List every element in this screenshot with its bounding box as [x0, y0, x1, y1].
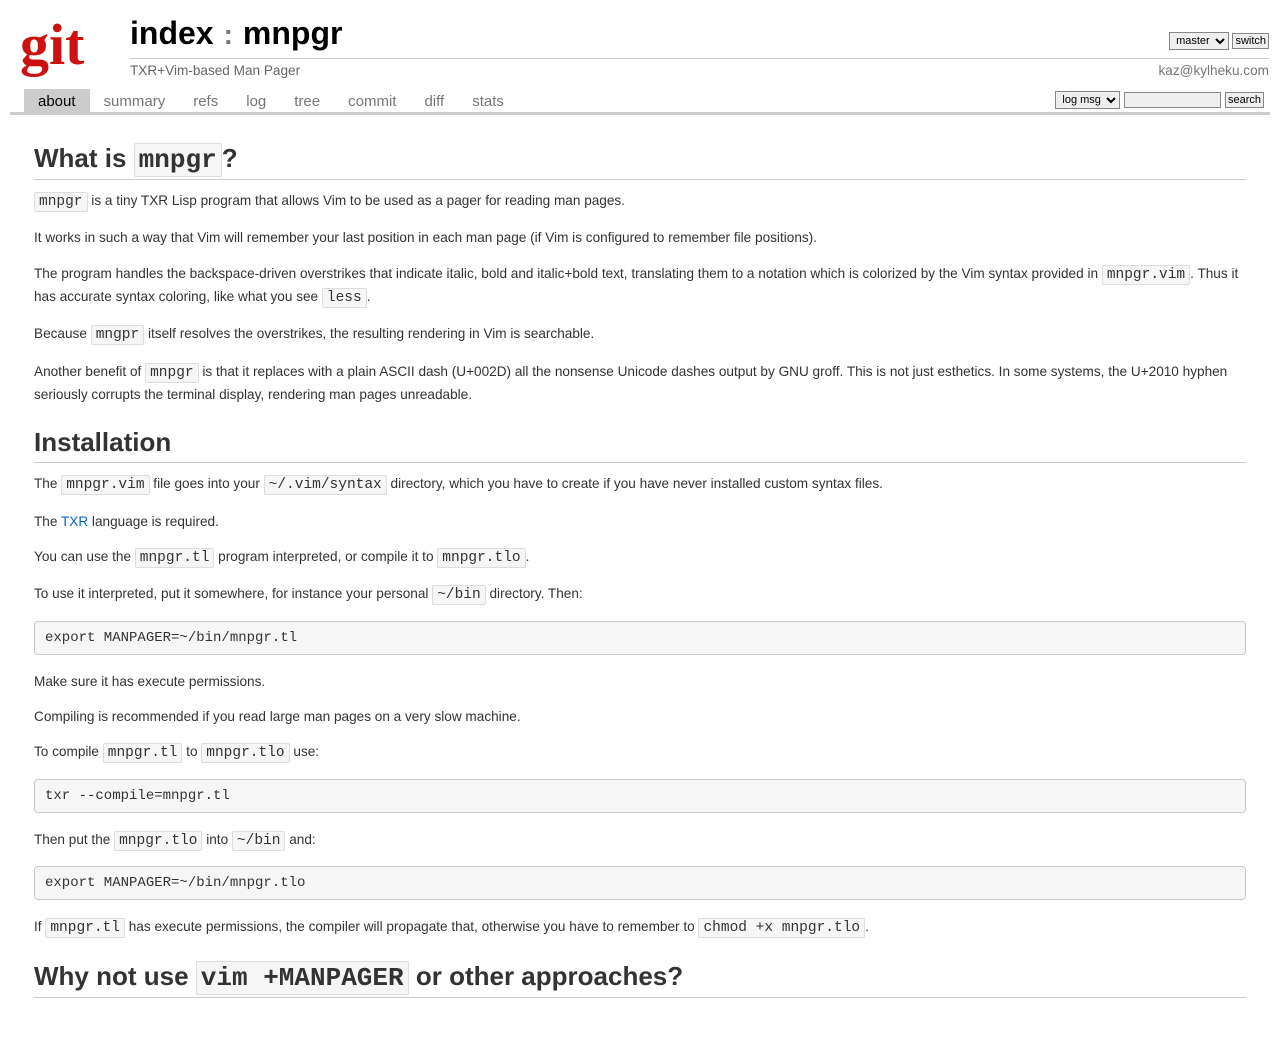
search-type-select[interactable]: log msg	[1055, 91, 1120, 109]
tab-diff[interactable]: diff	[410, 89, 458, 112]
heading-what-is: What is mnpgr?	[34, 143, 1246, 180]
switch-button[interactable]	[1232, 33, 1269, 49]
paragraph: Then put the mnpgr.tlo into ~/bin and:	[34, 829, 1246, 852]
paragraph: To compile mnpgr.tl to mnpgr.tlo use:	[34, 741, 1246, 764]
paragraph: The program handles the backspace-driven…	[34, 263, 1246, 310]
code-block: txr --compile=mnpgr.tl	[34, 779, 1246, 813]
index-link[interactable]: index	[130, 15, 214, 52]
repo-link[interactable]: mnpgr	[243, 15, 343, 52]
tab-about[interactable]: about	[24, 89, 90, 112]
tab-refs[interactable]: refs	[179, 89, 232, 112]
paragraph: If mnpgr.tl has execute permissions, the…	[34, 916, 1246, 939]
txr-link[interactable]: TXR	[61, 514, 88, 529]
paragraph: The TXR language is required.	[34, 511, 1246, 532]
paragraph: mnpgr is a tiny TXR Lisp program that al…	[34, 190, 1246, 213]
paragraph: You can use the mnpgr.tl program interpr…	[34, 546, 1246, 569]
main-content: What is mnpgr? mnpgr is a tiny TXR Lisp …	[10, 115, 1270, 1046]
paragraph: Compiling is recommended if you read lar…	[34, 706, 1246, 727]
page-header: git index : mnpgr master TXR+Vim-based M…	[10, 8, 1270, 89]
tab-stats[interactable]: stats	[458, 89, 518, 112]
search-input[interactable]	[1124, 92, 1221, 108]
paragraph: Another benefit of mnpgr is that it repl…	[34, 361, 1246, 406]
tab-commit[interactable]: commit	[334, 89, 410, 112]
repo-tagline: TXR+Vim-based Man Pager	[130, 63, 300, 78]
branch-select[interactable]: master	[1169, 32, 1229, 50]
title-colon: :	[224, 19, 233, 51]
paragraph: It works in such a way that Vim will rem…	[34, 227, 1246, 248]
tab-log[interactable]: log	[232, 89, 280, 112]
tab-tree[interactable]: tree	[280, 89, 334, 112]
paragraph: To use it interpreted, put it somewhere,…	[34, 583, 1246, 606]
heading-installation: Installation	[34, 427, 1246, 463]
heading-why-not: Why not use vim +MANPAGER or other appro…	[34, 961, 1246, 998]
git-logo-icon: git	[20, 18, 116, 63]
paragraph: The mnpgr.vim file goes into your ~/.vim…	[34, 473, 1246, 496]
tab-summary[interactable]: summary	[90, 89, 180, 112]
nav-tabs-row: about summary refs log tree commit diff …	[10, 89, 1270, 115]
paragraph: Make sure it has execute permissions.	[34, 671, 1246, 692]
repo-author: kaz@kylheku.com	[1158, 63, 1269, 78]
code-block: export MANPAGER=~/bin/mnpgr.tlo	[34, 866, 1246, 900]
paragraph: Because mngpr itself resolves the overst…	[34, 323, 1246, 346]
search-button[interactable]	[1225, 92, 1264, 108]
code-block: export MANPAGER=~/bin/mnpgr.tl	[34, 621, 1246, 655]
